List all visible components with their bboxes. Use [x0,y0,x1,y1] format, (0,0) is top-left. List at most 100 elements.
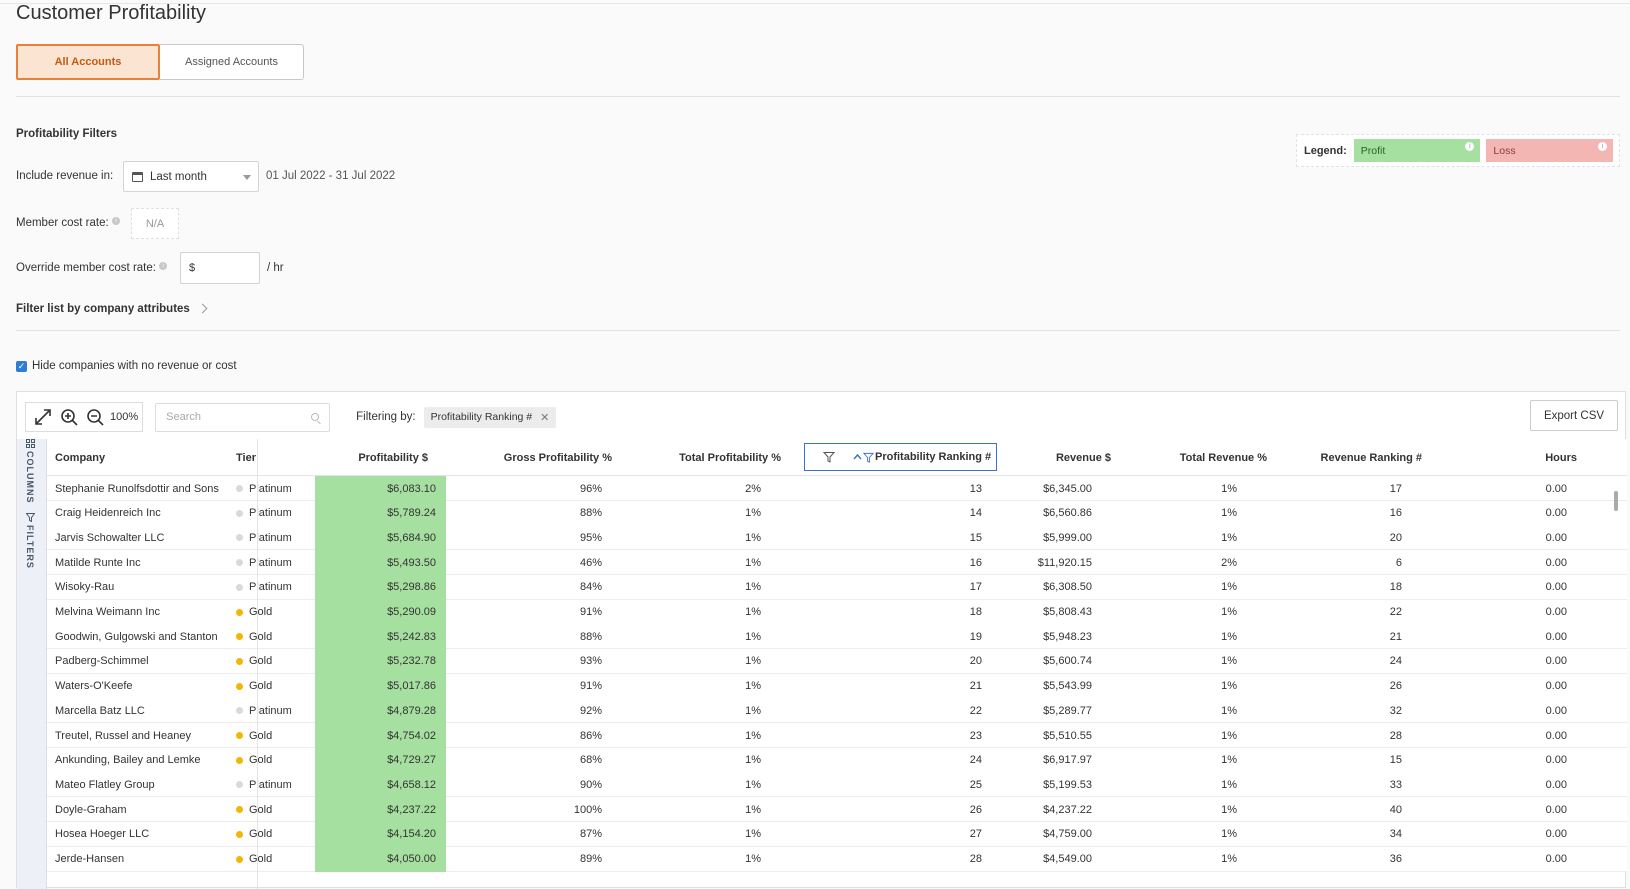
column-header-gross-profitability[interactable]: Gross Profitability % [447,439,612,476]
cell-tier-text: Platinum [249,482,292,495]
top-border [0,3,1630,4]
cell-total-profitability: 1% [613,550,761,575]
cell-profitability: $4,154.20 [315,821,446,847]
zoom-out-icon[interactable] [82,405,108,429]
table-row[interactable]: Craig Heidenreich Inc Platinum $5,789.24 88… [47,500,1627,526]
cell-gross-profitability: 88% [447,501,602,526]
revenue-period-select[interactable]: Last month [123,161,259,192]
cell-profitability-text: $5,290.09 [387,606,436,618]
cell-profitability-ranking: 28 [804,847,982,872]
column-header-hours[interactable]: Hours [1447,439,1577,476]
cell-tier: Platinum [236,698,316,723]
cell-gross-profitability-text: 100% [573,803,602,816]
table-row[interactable]: Treutel, Russel and Heaney Gold $4,754.02 8… [47,723,1627,748]
cell-tier: Platinum [236,772,316,797]
cell-hours: 0.00 [1447,698,1567,723]
cell-revenue-text: $6,345.00 [1043,482,1092,495]
filter-icon[interactable] [25,513,36,523]
hide-companies-checkbox[interactable]: ✓ [16,360,27,372]
override-cost-input[interactable]: $ [180,252,260,284]
cell-revenue-ranking: 6 [1272,550,1402,575]
table-row[interactable]: Goodwin, Gulgowski and Stanton Gold $5,242… [47,624,1627,650]
close-icon[interactable]: ✕ [540,411,549,424]
table-row[interactable]: Hosea Hoeger LLC Gold $4,154.20 87% 1% 27 $4,7… [47,821,1627,847]
column-header-revenue-ranking[interactable]: Revenue Ranking # [1272,439,1422,476]
column-header-total-revenue[interactable]: Total Revenue % [1127,439,1267,476]
cell-profitability-text: $4,050.00 [387,853,436,865]
info-icon[interactable]: i [111,217,120,225]
columns-tab[interactable]: COLUMNS [25,451,35,504]
cell-revenue: $5,600.74 [997,649,1092,674]
cell-company-text: Wisoky-Rau [55,581,115,594]
column-header-company[interactable]: Company [55,439,235,476]
info-icon[interactable]: i [1465,142,1475,151]
cell-revenue-ranking: 26 [1272,674,1402,699]
cell-hours-text: 0.00 [1545,630,1567,643]
override-unit: / hr [267,262,284,274]
zoom-in-icon[interactable] [56,405,82,429]
column-header-revenue[interactable]: Revenue $ [997,439,1111,476]
sort-asc-icon[interactable] [853,453,862,461]
search-placeholder: Search [166,411,201,423]
table-row[interactable]: Matilde Runte Inc Platinum $5,493.50 46% 1% 1… [47,550,1627,576]
cell-hours: 0.00 [1447,476,1567,501]
cell-tier: Gold [236,748,316,773]
cell-revenue-ranking: 33 [1272,772,1402,797]
cell-revenue-ranking-text: 34 [1389,828,1402,841]
columns-icon[interactable] [26,439,36,448]
company-attributes-toggle[interactable]: Filter list by company attributes [16,303,190,315]
cell-profitability: $4,879.28 [315,698,446,724]
cell-revenue-ranking: 18 [1272,575,1402,600]
cell-company: Stephanie Runolfsdottir and Sons [55,476,235,501]
tier-dot-icon [236,855,243,863]
table-row[interactable]: Mateo Flatley Group Platinum $4,658.12 90% 1… [47,772,1627,798]
column-header-profitability[interactable]: Profitability $ [317,439,428,476]
cell-revenue: $4,549.00 [997,847,1092,872]
expand-icon[interactable] [30,405,56,429]
vertical-scrollbar[interactable] [1614,491,1618,511]
table-row[interactable]: Marcella Batz LLC Platinum $4,879.28 92% 1% 2… [47,698,1627,724]
tab-assigned-accounts[interactable]: Assigned Accounts [160,44,304,80]
cell-tier-text: Platinum [249,556,292,569]
filters-tab[interactable]: FILTERS [25,525,35,569]
table-row[interactable]: Jarvis Schowalter LLC Platinum $5,684.90 95… [47,525,1627,551]
cell-gross-profitability: 91% [447,600,602,625]
cell-revenue: $5,543.99 [997,674,1092,699]
table-row[interactable]: Jerde-Hansen Gold $4,050.00 89% 1% 28 $4,549.0… [47,846,1627,872]
cell-revenue-ranking-text: 18 [1389,581,1402,594]
table-row[interactable]: Melvina Weimann Inc Gold $5,290.09 91% 1% 18 $… [47,599,1627,625]
column-header-tier[interactable]: Tier [236,439,316,476]
filter-active-icon[interactable] [863,452,874,463]
filter-chip[interactable]: Profitability Ranking # ✕ [423,406,557,428]
cell-total-profitability: 2% [613,476,761,501]
divider [16,96,1620,97]
table-row[interactable]: Padberg-Schimmel Gold $5,232.78 93% 1% 20 $5,6… [47,648,1627,674]
cell-revenue-ranking: 36 [1272,847,1402,872]
search-input[interactable]: Search [155,402,331,432]
cell-profitability: $4,754.02 [315,723,446,748]
cell-total-profitability-text: 1% [745,729,761,742]
chevron-right-icon[interactable] [197,303,208,314]
info-icon[interactable]: i [1598,142,1607,151]
table-row[interactable]: Stephanie Runolfsdottir and Sons Platinum… [47,476,1627,501]
column-header-profitability-ranking[interactable]: Profitability Ranking # [804,443,997,471]
cell-revenue: $6,560.86 [997,501,1092,526]
filter-icon[interactable] [823,451,835,463]
cell-revenue-ranking-text: 16 [1389,507,1402,520]
hide-companies-label[interactable]: Hide companies with no revenue or cost [32,360,237,372]
table-row[interactable]: Ankunding, Bailey and Lemke Gold $4,729.27… [47,747,1627,773]
cell-tier: Gold [236,847,316,872]
cell-hours: 0.00 [1447,501,1567,526]
export-csv-button[interactable]: Export CSV [1530,400,1618,431]
cell-company: Jerde-Hansen [55,847,235,872]
table-row[interactable]: Waters-O'Keefe Gold $5,017.86 91% 1% 21 $5,543… [47,673,1627,699]
cell-company-text: Mateo Flatley Group [55,778,155,791]
member-cost-label: Member cost rate: i [16,217,120,229]
cell-gross-profitability: 95% [447,525,602,550]
column-header-total-profitability[interactable]: Total Profitability % [613,439,781,476]
table-row[interactable]: Doyle-Graham Gold $4,237.22 100% 1% 26 $4,237.… [47,797,1627,823]
cell-gross-profitability-text: 88% [579,507,602,520]
table-row[interactable]: Wisoky-Rau Platinum $5,298.86 84% 1% 17 $6,308… [47,574,1627,600]
tab-all-accounts[interactable]: All Accounts [16,44,160,80]
info-icon[interactable]: i [159,262,168,270]
